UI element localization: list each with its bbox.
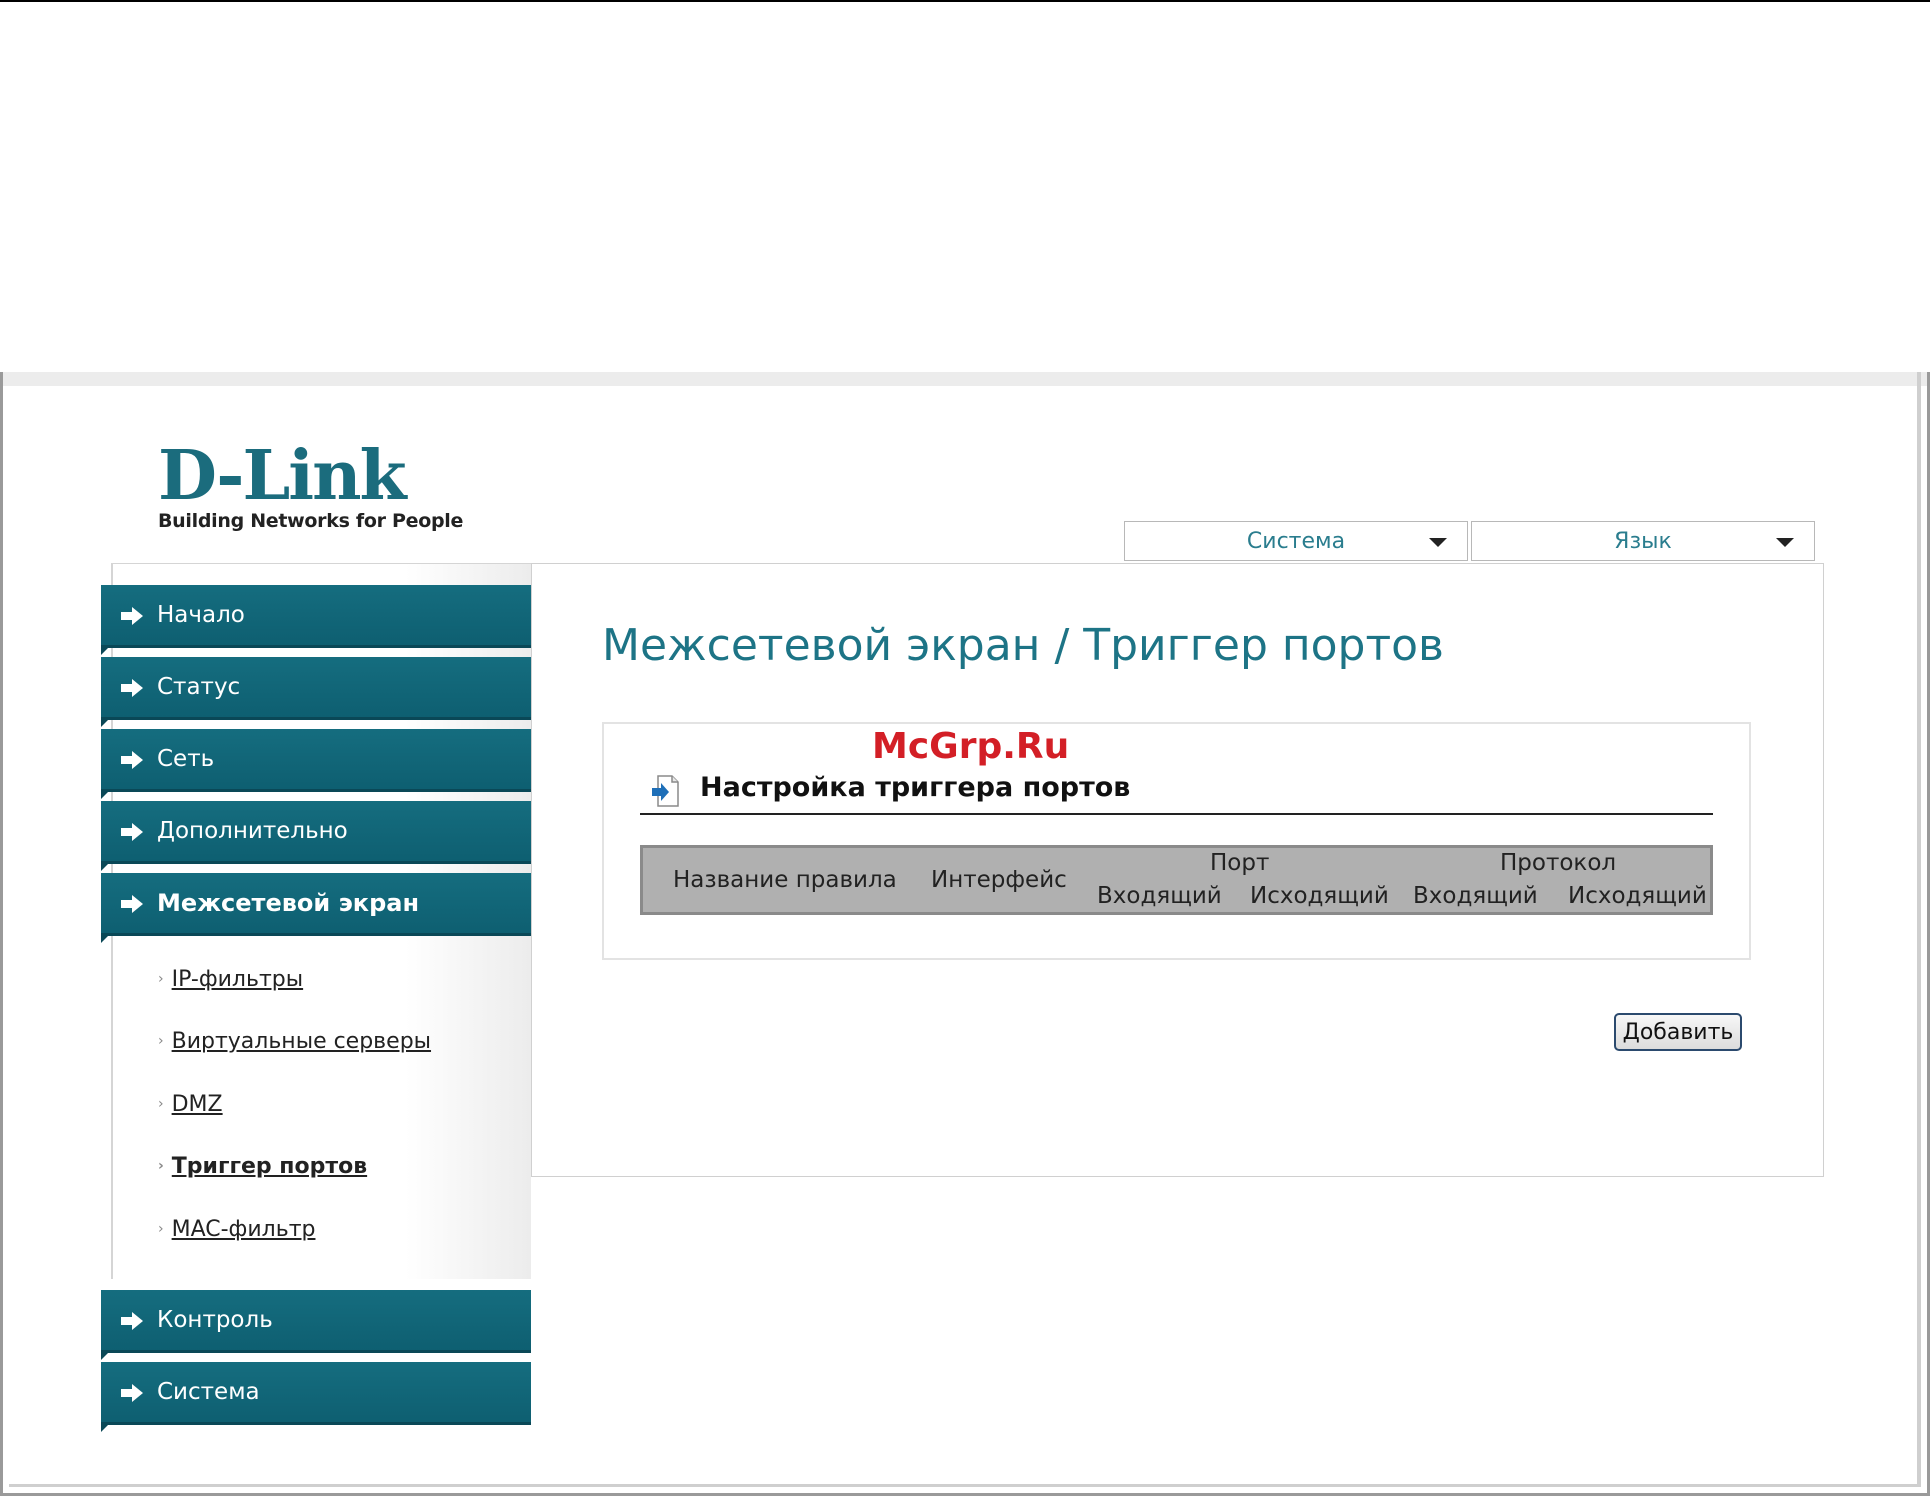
chevron-down-icon (1429, 538, 1447, 547)
sidebar-item-control[interactable]: Контроль (101, 1290, 531, 1360)
column-port-outgoing: Исходящий (1250, 883, 1389, 909)
port-trigger-table-header: Название правила Интерфейс Порт Протокол… (640, 845, 1713, 915)
bullet-icon: › (158, 1096, 164, 1112)
sidebar-item-label: Дополнительно (157, 818, 348, 844)
sidebar-subitem-label: DMZ (171, 1092, 223, 1117)
document-arrow-icon (652, 775, 679, 807)
sidebar-item-status[interactable]: Статус (101, 657, 531, 727)
sidebar-subitem-label: Триггер портов (171, 1154, 368, 1179)
column-protocol-outgoing: Исходящий (1568, 883, 1707, 909)
language-menu-dropdown[interactable]: Язык (1471, 521, 1815, 561)
column-protocol-incoming: Входящий (1413, 883, 1538, 909)
page-title: Межсетевой экран / Триггер портов (602, 620, 1444, 671)
sidebar-subitem-dmz[interactable]: › DMZ (158, 1092, 223, 1117)
section-divider (640, 813, 1713, 815)
arrow-right-icon (121, 679, 143, 697)
sidebar-item-label: Сеть (157, 746, 215, 772)
bullet-icon: › (158, 1158, 164, 1174)
dlink-logo: D-Link Building Networks for People (158, 436, 464, 532)
sidebar-subitem-label: MAC-фильтр (171, 1217, 316, 1242)
sidebar-item-network[interactable]: Сеть (101, 729, 531, 799)
frame-top-bar (3, 372, 1927, 386)
sidebar-item-label: Межсетевой экран (157, 889, 420, 917)
column-interface: Интерфейс (931, 867, 1067, 893)
section-title: Настройка триггера портов (700, 772, 1131, 803)
sidebar-subitem-port-trigger[interactable]: › Триггер портов (158, 1154, 367, 1179)
column-rule-name: Название правила (673, 867, 897, 893)
bullet-icon: › (158, 1221, 164, 1237)
sidebar-subitem-label: Виртуальные серверы (171, 1029, 432, 1054)
sidebar-item-start[interactable]: Начало (101, 585, 531, 655)
frame-right-edge (1917, 372, 1921, 1487)
logo-brand: D-Link (158, 436, 407, 516)
sidebar-subitem-mac-filter[interactable]: › MAC-фильтр (158, 1217, 315, 1242)
add-button[interactable]: Добавить (1614, 1013, 1742, 1051)
bullet-icon: › (158, 1033, 164, 1049)
port-trigger-section (602, 722, 1751, 960)
column-port: Порт (1210, 850, 1270, 876)
sidebar-item-label: Статус (157, 674, 241, 700)
system-menu-label: Система (1246, 528, 1346, 554)
arrow-right-icon (121, 823, 143, 841)
language-menu-label: Язык (1614, 528, 1672, 554)
arrow-right-icon (121, 607, 143, 625)
sidebar-item-advanced[interactable]: Дополнительно (101, 801, 531, 871)
column-port-incoming: Входящий (1097, 883, 1222, 909)
sidebar-subitem-label: IP-фильтры (171, 967, 304, 992)
logo-tagline: Building Networks for People (158, 510, 464, 532)
arrow-right-icon (121, 895, 143, 913)
sidebar-subitem-virtual-servers[interactable]: › Виртуальные серверы (158, 1029, 431, 1054)
system-menu-dropdown[interactable]: Система (1124, 521, 1468, 561)
arrow-right-icon (121, 751, 143, 769)
top-rule (0, 0, 1930, 2)
sidebar-item-label: Начало (157, 602, 245, 628)
sidebar-item-label: Система (157, 1379, 260, 1405)
arrow-right-icon (121, 1384, 143, 1402)
bullet-icon: › (158, 971, 164, 987)
column-protocol: Протокол (1500, 850, 1617, 876)
sidebar-item-label: Контроль (157, 1307, 273, 1333)
sidebar-subitem-ip-filters[interactable]: › IP-фильтры (158, 967, 303, 992)
watermark: McGrp.Ru (872, 726, 1070, 767)
chevron-down-icon (1776, 538, 1794, 547)
frame-bottom-edge (9, 1484, 1921, 1487)
sidebar-item-system[interactable]: Система (101, 1362, 531, 1432)
sidebar-item-firewall[interactable]: Межсетевой экран (101, 873, 531, 943)
arrow-right-icon (121, 1312, 143, 1330)
